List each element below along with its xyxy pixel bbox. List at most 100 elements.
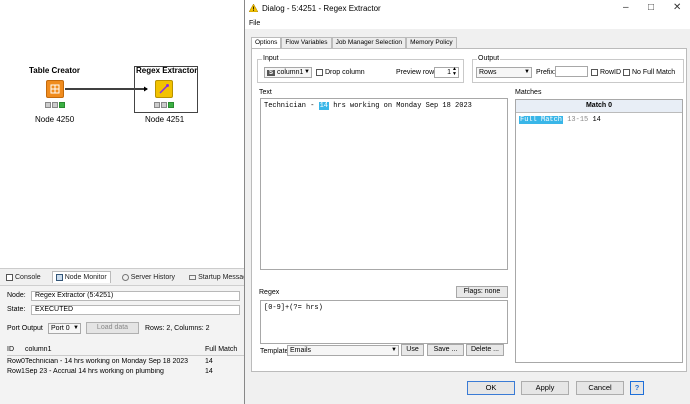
chevron-down-icon: ▼ (391, 347, 397, 353)
console-icon (6, 273, 13, 281)
regex-extractor-dialog: Dialog - 5:4251 - Regex Extractor – □ ✕ … (244, 0, 690, 404)
drop-column-checkbox[interactable] (316, 69, 323, 76)
prefix-input[interactable] (555, 66, 588, 77)
full-match-cell: 14 (205, 357, 213, 365)
tab-node-monitor[interactable]: Node Monitor (51, 271, 111, 283)
dialog-titlebar[interactable]: Dialog - 5:4251 - Regex Extractor – □ ✕ (245, 0, 690, 17)
tab-flow-variables[interactable]: Flow Variables (281, 37, 332, 48)
full-match-cell: 14 (205, 367, 213, 375)
chevron-down-icon: ▼ (304, 69, 310, 75)
tab-options[interactable]: Options (251, 37, 282, 48)
node-field-label: Node: (7, 292, 26, 299)
cancel-button[interactable]: Cancel (576, 381, 624, 395)
text-after-match: hrs working on Monday Sep 18 2023 (329, 102, 472, 110)
column1-cell: Sep 23 - Accrual 14 hrs working on plumb… (25, 367, 164, 375)
warning-icon (248, 2, 259, 14)
column-header[interactable]: column1 (25, 346, 205, 353)
table-row[interactable]: Row0 Technician - 14 hrs working on Mond… (7, 356, 244, 366)
port-select-value: Port 0 (51, 325, 70, 332)
template-save-button[interactable]: Save ... (427, 344, 464, 356)
rowid-checkbox[interactable] (591, 69, 598, 76)
node-status-light (154, 102, 174, 108)
monitor-tab-bar: Console Node Monitor Server History Star… (0, 269, 254, 286)
input-group: Input S column1 ▼ Drop column Preview ro… (257, 55, 464, 83)
no-full-match-label: No Full Match (632, 69, 676, 76)
ok-button[interactable]: OK (467, 381, 515, 395)
template-label: Template (260, 348, 289, 355)
table-row[interactable]: Row1 Sep 23 - Accrual 14 hrs working on … (7, 366, 244, 376)
no-full-match-checkbox[interactable] (623, 69, 630, 76)
column1-cell: Technician - 14 hrs working on Monday Se… (25, 357, 189, 365)
state-field-label: State: (7, 306, 26, 313)
preview-row-value: 1 (447, 69, 451, 76)
output-table: ID column1 Full Match Row0 Technician - … (7, 344, 244, 376)
column-header[interactable]: ID (7, 346, 25, 353)
string-type-icon: S (267, 70, 276, 76)
maximize-icon[interactable]: □ (648, 2, 654, 13)
node-monitor-icon (55, 274, 63, 281)
regex-extractor-icon[interactable] (155, 80, 173, 98)
match-row[interactable]: Full Match 13-15 14 (516, 113, 682, 127)
text-group: Text Technician - 14 hrs working on Mond… (257, 87, 512, 285)
close-icon[interactable]: ✕ (673, 2, 681, 13)
regex-input[interactable]: [0-9]+(?= hrs) (260, 300, 508, 344)
text-preview-area[interactable]: Technician - 14 hrs working on Monday Se… (260, 98, 508, 270)
template-delete-button[interactable]: Delete ... (466, 344, 504, 356)
output-group: Output Rows ▼ Prefix: RowID No Full Matc… (472, 55, 684, 83)
output-mode-value: Rows (479, 69, 497, 76)
tab-console[interactable]: Console (3, 272, 44, 283)
template-select[interactable]: Emails ▼ (287, 345, 399, 356)
dialog-tab-bar: Options Flow Variables Job Manager Selec… (251, 37, 457, 48)
output-legend: Output (477, 55, 501, 62)
node-label: Node 4250 (35, 115, 75, 124)
tab-label: Server History (130, 273, 176, 281)
tab-job-manager-selection[interactable]: Job Manager Selection (331, 37, 407, 48)
flags-button[interactable]: Flags: none (456, 286, 508, 298)
options-panel: Input S column1 ▼ Drop column Preview ro… (251, 48, 687, 372)
state-field-value: EXECUTED (31, 305, 240, 315)
match-value: 14 (592, 116, 601, 124)
node-connection (65, 86, 148, 92)
chevron-down-icon: ▼ (73, 325, 79, 331)
node-status-light (45, 102, 65, 108)
table-creator-icon[interactable] (46, 80, 64, 98)
preview-row-spinner[interactable]: 1 ▲ ▼ (434, 67, 459, 78)
matches-list[interactable]: Match 0 Full Match 13-15 14 (515, 99, 683, 363)
text-match-highlight: 14 (318, 102, 330, 110)
template-select-value: Emails (290, 347, 312, 354)
rowid-label: RowID (600, 69, 622, 76)
chevron-down-icon: ▼ (524, 69, 530, 75)
output-mode-select[interactable]: Rows ▼ (476, 67, 532, 78)
menu-file[interactable]: File (249, 20, 260, 27)
column-select[interactable]: S column1 ▼ (264, 67, 312, 78)
tab-label: Console (15, 273, 41, 281)
column-select-value: column1 (276, 69, 304, 76)
column-header[interactable]: Full Match (205, 346, 239, 353)
prefix-label: Prefix: (536, 69, 556, 76)
row-id-cell: Row1 (7, 367, 25, 375)
port-select[interactable]: Port 0 ▼ (48, 323, 81, 334)
matches-group: Matches Match 0 Full Match 13-15 14 (514, 87, 686, 367)
load-data-button[interactable]: Load data (86, 322, 139, 334)
match-range: 13-15 (567, 116, 589, 124)
rows-info: Rows: 2, Columns: 2 (145, 325, 210, 332)
help-button[interactable]: ? (630, 381, 644, 395)
text-before-match: Technician - (264, 102, 319, 110)
row-id-cell: Row0 (7, 357, 25, 365)
node-label: Node 4251 (145, 115, 185, 124)
startup-messages-icon (189, 274, 197, 281)
tab-memory-policy[interactable]: Memory Policy (406, 37, 457, 48)
dialog-title: Dialog - 5:4251 - Regex Extractor (262, 4, 381, 13)
match-header: Match 0 (516, 100, 682, 113)
preview-row-label: Preview row: (396, 69, 437, 76)
regex-legend: Regex (259, 289, 280, 296)
minimize-icon[interactable]: – (623, 2, 629, 13)
apply-button[interactable]: Apply (521, 381, 569, 395)
tab-server-history[interactable]: Server History (119, 272, 178, 283)
drop-column-label: Drop column (325, 69, 365, 76)
spinner-arrows-icon[interactable]: ▲ ▼ (452, 67, 457, 77)
regex-group: Regex Flags: none [0-9]+(?= hrs) (257, 285, 512, 347)
table-header-row: ID column1 Full Match (7, 344, 244, 356)
node-monitor-panel: Console Node Monitor Server History Star… (0, 268, 254, 404)
template-use-button[interactable]: Use (401, 344, 424, 356)
